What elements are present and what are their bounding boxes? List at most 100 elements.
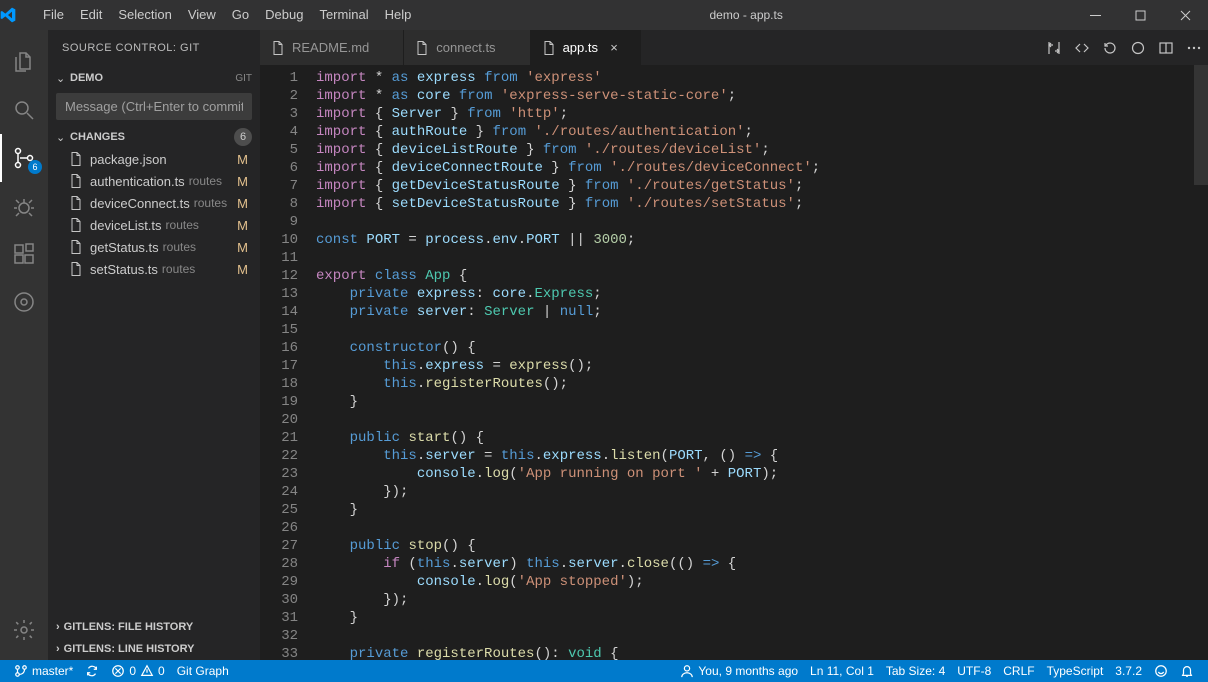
- file-status: M: [237, 218, 252, 233]
- notifications-icon[interactable]: [1174, 660, 1200, 682]
- sidebar: SOURCE CONTROL: GIT ⌄ DEMO GIT ⌄ CHANGES…: [48, 30, 260, 660]
- repo-provider: GIT: [235, 73, 252, 84]
- warning-count: 0: [158, 664, 165, 678]
- editor-tab[interactable]: README.md×: [260, 30, 404, 65]
- section-label: GITLENS: LINE HISTORY: [64, 643, 195, 655]
- chevron-down-icon: ⌄: [56, 131, 70, 144]
- commit-message-box: [56, 93, 252, 120]
- file-icon: [68, 173, 84, 189]
- revert-icon[interactable]: [1102, 40, 1118, 56]
- changed-file[interactable]: package.json M: [48, 148, 260, 170]
- chevron-right-icon: ›: [56, 621, 60, 633]
- tab-bar: README.md×connect.ts× app.ts ×: [260, 30, 1208, 65]
- file-icon: [68, 151, 84, 167]
- file-icon: [68, 217, 84, 233]
- changed-file[interactable]: setStatus.tsroutesM: [48, 258, 260, 280]
- file-icon: [414, 40, 430, 56]
- open-changes-icon[interactable]: [1074, 40, 1090, 56]
- encoding[interactable]: UTF-8: [951, 660, 997, 682]
- typescript-version[interactable]: 3.7.2: [1109, 660, 1148, 682]
- changed-file[interactable]: getStatus.ts routes M: [48, 236, 260, 258]
- file-icon: [68, 261, 84, 277]
- blame-annotation[interactable]: You, 9 months ago: [674, 660, 804, 682]
- menu-edit[interactable]: Edit: [72, 0, 110, 30]
- branch-indicator[interactable]: master*: [8, 660, 79, 682]
- changed-file[interactable]: deviceConnect.ts routes M: [48, 192, 260, 214]
- tab-label: README.md: [292, 40, 369, 55]
- settings-activity[interactable]: [0, 606, 48, 654]
- file-name: package.json: [90, 152, 167, 167]
- vertical-scrollbar[interactable]: [1194, 65, 1208, 185]
- branch-name: master*: [32, 664, 73, 678]
- indentation[interactable]: Tab Size: 4: [880, 660, 951, 682]
- tab-label: connect.ts: [436, 40, 495, 55]
- problems-indicator[interactable]: 0 0: [105, 660, 170, 682]
- line-number-gutter: 1234567891011121314151617181920212223242…: [260, 65, 316, 660]
- vscode-logo-icon: [0, 7, 35, 23]
- menu-go[interactable]: Go: [224, 0, 257, 30]
- file-status: M: [237, 240, 252, 255]
- editor-toolbar: [1046, 30, 1208, 65]
- menu-view[interactable]: View: [180, 0, 224, 30]
- file-dir: routes: [163, 240, 196, 254]
- window-title: demo - app.ts: [419, 8, 1073, 22]
- gitlens-file-history-section[interactable]: › GITLENS: FILE HISTORY: [48, 616, 260, 638]
- menu-bar: FileEditSelectionViewGoDebugTerminalHelp: [35, 0, 419, 30]
- file-name: authentication.ts: [90, 174, 185, 189]
- language-mode[interactable]: TypeScript: [1041, 660, 1110, 682]
- circle-icon[interactable]: [1130, 40, 1146, 56]
- changed-file[interactable]: authentication.tsroutesM: [48, 170, 260, 192]
- more-actions-icon[interactable]: [1186, 40, 1202, 56]
- cursor-position[interactable]: Ln 11, Col 1: [804, 660, 880, 682]
- file-icon: [68, 195, 84, 211]
- file-name: deviceConnect.ts: [90, 196, 190, 211]
- file-dir: routes: [189, 174, 222, 188]
- file-name: setStatus.ts: [90, 262, 158, 277]
- file-name: getStatus.ts: [90, 240, 159, 255]
- code-editor[interactable]: 1234567891011121314151617181920212223242…: [260, 65, 1208, 660]
- close-window-button[interactable]: [1163, 0, 1208, 30]
- menu-help[interactable]: Help: [377, 0, 420, 30]
- code-content[interactable]: import * as express from 'express'import…: [316, 65, 1208, 660]
- search-activity[interactable]: [0, 86, 48, 134]
- file-dir: routes: [194, 196, 227, 210]
- split-editor-icon[interactable]: [1158, 40, 1174, 56]
- editor-tab[interactable]: connect.ts×: [404, 30, 530, 65]
- minimize-button[interactable]: [1073, 0, 1118, 30]
- menu-selection[interactable]: Selection: [110, 0, 179, 30]
- menu-terminal[interactable]: Terminal: [311, 0, 376, 30]
- explorer-activity[interactable]: [0, 38, 48, 86]
- chevron-down-icon: ⌄: [56, 72, 70, 85]
- file-icon: [270, 40, 286, 56]
- close-tab-icon[interactable]: ×: [606, 40, 622, 55]
- menu-debug[interactable]: Debug: [257, 0, 311, 30]
- editor-tab[interactable]: app.ts ×: [531, 30, 641, 65]
- status-bar: master* 0 0 Git Graph You, 9 months ago …: [0, 660, 1208, 682]
- editor-area: README.md×connect.ts× app.ts × 12345678910…: [260, 30, 1208, 660]
- gitlens-line-history-section[interactable]: › GITLENS: LINE HISTORY: [48, 638, 260, 660]
- file-icon: [541, 40, 557, 56]
- changes-header[interactable]: ⌄ CHANGES 6: [48, 126, 260, 148]
- file-dir: routes: [166, 218, 199, 232]
- error-count: 0: [129, 664, 136, 678]
- feedback-icon[interactable]: [1148, 660, 1174, 682]
- gitlens-activity[interactable]: [0, 278, 48, 326]
- maximize-button[interactable]: [1118, 0, 1163, 30]
- changed-file[interactable]: deviceList.tsroutesM: [48, 214, 260, 236]
- sidebar-title: SOURCE CONTROL: GIT: [48, 30, 260, 65]
- menu-file[interactable]: File: [35, 0, 72, 30]
- debug-activity[interactable]: [0, 182, 48, 230]
- file-status: M: [237, 152, 252, 167]
- window-controls: [1073, 0, 1208, 30]
- extensions-activity[interactable]: [0, 230, 48, 278]
- compare-icon[interactable]: [1046, 40, 1062, 56]
- repo-header[interactable]: ⌄ DEMO GIT: [48, 67, 260, 89]
- commit-message-input[interactable]: [57, 94, 251, 119]
- sync-button[interactable]: [79, 660, 105, 682]
- tab-label: app.ts: [563, 40, 598, 55]
- source-control-activity[interactable]: 6: [0, 134, 48, 182]
- git-graph-button[interactable]: Git Graph: [171, 660, 235, 682]
- file-status: M: [237, 196, 252, 211]
- eol[interactable]: CRLF: [997, 660, 1040, 682]
- changes-label: CHANGES: [70, 131, 234, 143]
